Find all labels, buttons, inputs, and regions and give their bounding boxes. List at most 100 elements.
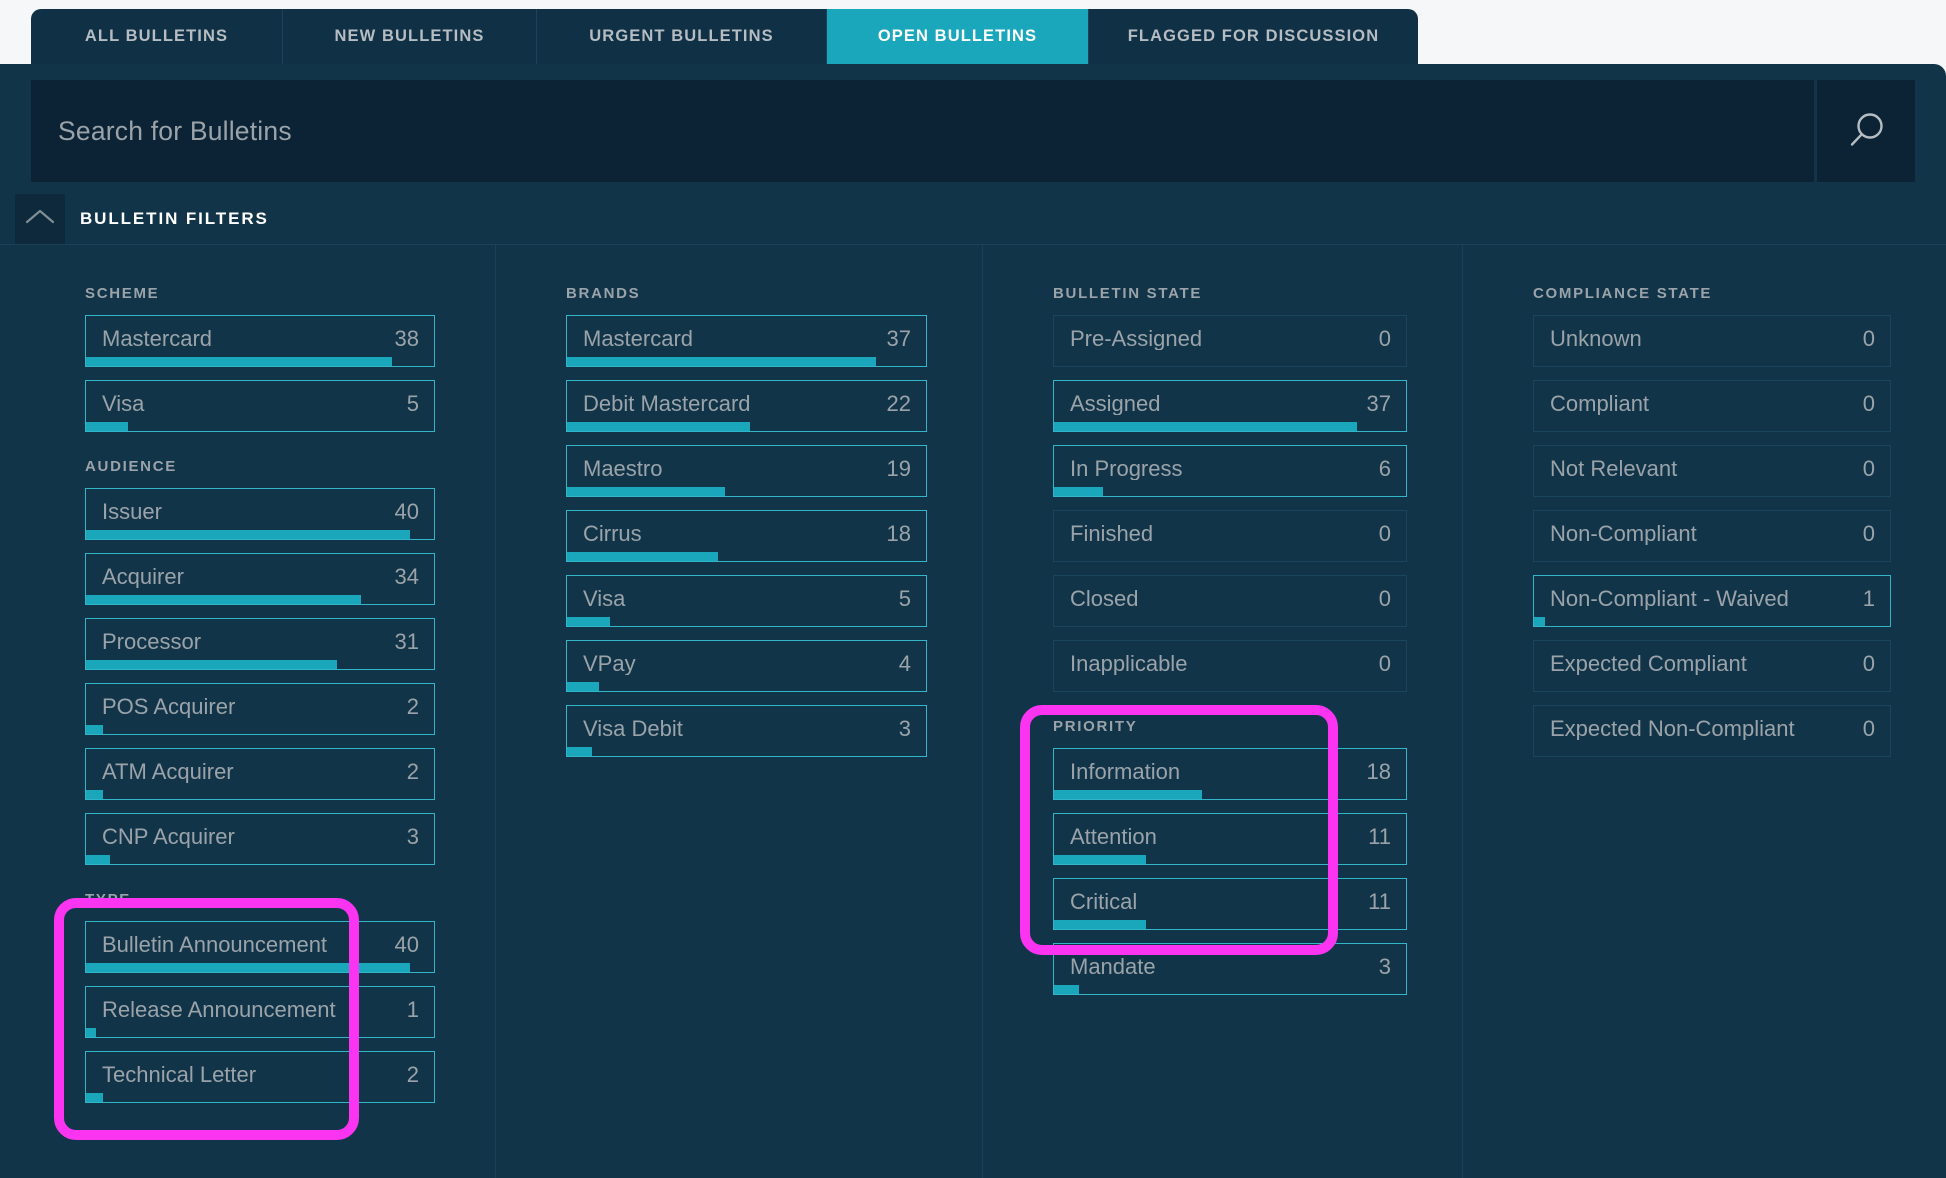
filter-item-label: Maestro: [583, 458, 663, 480]
tab-flagged-for-discussion[interactable]: Flagged for Discussion: [1089, 9, 1418, 64]
filter-item-count: 37: [886, 326, 911, 351]
filter-item-attention[interactable]: Attention 11: [1053, 813, 1407, 865]
filter-group-title: Compliance State: [1533, 285, 1713, 302]
column-3: Bulletin State Pre-Assigned 0 Assigned 37 In …: [983, 245, 1463, 1178]
collapse-filters-button[interactable]: [15, 194, 65, 244]
filter-item-non-compliant-waived[interactable]: Non-Compliant - Waived 1: [1533, 575, 1891, 627]
filter-item-label: Expected Compliant: [1550, 653, 1747, 675]
filter-item-count: 0: [1378, 326, 1391, 351]
filter-item-mastercard[interactable]: Mastercard 38: [85, 315, 435, 367]
search-input[interactable]: Search for Bulletins: [31, 80, 1814, 182]
filter-item-information[interactable]: Information 18: [1053, 748, 1407, 800]
search-row: Search for Bulletins: [31, 80, 1915, 182]
filter-item-label: Not Relevant: [1550, 458, 1678, 480]
filter-item-visa-debit[interactable]: Visa Debit 3: [566, 705, 927, 757]
filter-item-count: 34: [394, 564, 419, 589]
filter-columns: Scheme Mastercard 38 Visa 5 Audience Issuer 40 A…: [0, 245, 1946, 1178]
filter-item-label: Expected Non-Compliant: [1550, 718, 1795, 740]
filter-item-visa[interactable]: Visa 5: [566, 575, 927, 627]
bulletin-filters-page: All Bulletins New Bulletins Urgent Bulleti…: [0, 0, 1946, 1178]
filter-item-label: Assigned: [1070, 393, 1161, 415]
filter-item-non-compliant[interactable]: Non-Compliant 0: [1533, 510, 1891, 562]
filter-item-bar: [567, 747, 593, 756]
filter-item-unknown[interactable]: Unknown 0: [1533, 315, 1891, 367]
tab-label: Open Bulletins: [877, 27, 1038, 45]
filter-item-maestro[interactable]: Maestro 19: [566, 445, 927, 497]
filter-item-processor[interactable]: Processor 31: [85, 618, 435, 670]
filter-item-label: Mastercard: [102, 328, 213, 350]
filter-group-title: Bulletin State: [1053, 285, 1203, 302]
filter-item-label: Processor: [102, 631, 202, 653]
bulletin-tab-bar: All Bulletins New Bulletins Urgent Bulleti…: [31, 9, 1418, 64]
filter-item-closed[interactable]: Closed 0: [1053, 575, 1407, 627]
filter-item-bulletin-announcement[interactable]: Bulletin Announcement 40: [85, 921, 435, 973]
filter-item-label: Critical: [1070, 891, 1138, 913]
search-button[interactable]: [1814, 80, 1915, 182]
filter-item-bar: [567, 487, 725, 496]
filter-item-label: Closed: [1070, 588, 1139, 610]
column-1: Scheme Mastercard 38 Visa 5 Audience Issuer 40 A…: [0, 245, 496, 1178]
filter-item-count: 2: [406, 759, 419, 784]
filter-item-cirrus[interactable]: Cirrus 18: [566, 510, 927, 562]
filter-item-label: Visa: [102, 393, 145, 415]
filter-item-bar: [86, 595, 361, 604]
tab-open-bulletins[interactable]: Open Bulletins: [827, 9, 1089, 64]
filter-item-bar: [86, 855, 111, 864]
filter-item-compliant[interactable]: Compliant 0: [1533, 380, 1891, 432]
filter-item-count: 0: [1862, 521, 1875, 546]
filter-item-count: 6: [1378, 456, 1391, 481]
filter-item-count: 2: [406, 1062, 419, 1087]
tab-all-bulletins[interactable]: All Bulletins: [31, 9, 283, 64]
filter-item-assigned[interactable]: Assigned 37: [1053, 380, 1407, 432]
filter-item-count: 1: [406, 997, 419, 1022]
filter-item-acquirer[interactable]: Acquirer 34: [85, 553, 435, 605]
filter-item-bar: [86, 1093, 104, 1102]
filter-item-bar: [86, 963, 410, 972]
filter-item-label: Issuer: [102, 501, 162, 523]
filter-item-bar: [86, 790, 104, 799]
filters-title: Bulletin Filters: [80, 209, 269, 228]
filter-item-expected-non-compliant[interactable]: Expected Non-Compliant 0: [1533, 705, 1891, 757]
filter-item-label: Cirrus: [583, 523, 642, 545]
filter-item-label: Information: [1070, 761, 1181, 783]
filter-item-count: 40: [394, 499, 419, 524]
filter-item-count: 22: [886, 391, 911, 416]
filter-group-scheme: Scheme Mastercard 38 Visa 5: [0, 285, 495, 432]
filter-item-inapplicable[interactable]: Inapplicable 0: [1053, 640, 1407, 692]
filter-item-not-relevant[interactable]: Not Relevant 0: [1533, 445, 1891, 497]
filter-item-label: Technical Letter: [102, 1064, 257, 1086]
filter-item-release-announcement[interactable]: Release Announcement 1: [85, 986, 435, 1038]
filter-group-title: Brands: [566, 285, 641, 302]
filter-item-count: 3: [406, 824, 419, 849]
filter-item-mastercard[interactable]: Mastercard 37: [566, 315, 927, 367]
tab-urgent-bulletins[interactable]: Urgent Bulletins: [537, 9, 827, 64]
filter-item-issuer[interactable]: Issuer 40: [85, 488, 435, 540]
filters-panel: Search for Bulletins Bul: [0, 64, 1946, 1178]
filter-item-label: Inapplicable: [1070, 653, 1188, 675]
filter-item-label: Debit Mastercard: [583, 393, 751, 415]
filter-item-label: Mastercard: [583, 328, 694, 350]
filter-item-critical[interactable]: Critical 11: [1053, 878, 1407, 930]
filter-item-technical-letter[interactable]: Technical Letter 2: [85, 1051, 435, 1103]
tab-new-bulletins[interactable]: New Bulletins: [283, 9, 537, 64]
filter-item-cnp-acquirer[interactable]: CNP Acquirer 3: [85, 813, 435, 865]
filter-item-label: VPay: [583, 653, 636, 675]
filter-item-finished[interactable]: Finished 0: [1053, 510, 1407, 562]
filter-item-visa[interactable]: Visa 5: [85, 380, 435, 432]
filter-item-pos-acquirer[interactable]: POS Acquirer 2: [85, 683, 435, 735]
filter-item-in-progress[interactable]: In Progress 6: [1053, 445, 1407, 497]
filter-item-vpay[interactable]: VPay 4: [566, 640, 927, 692]
filter-item-debit-mastercard[interactable]: Debit Mastercard 22: [566, 380, 927, 432]
filter-item-count: 38: [394, 326, 419, 351]
filter-item-count: 0: [1862, 456, 1875, 481]
filter-item-count: 0: [1378, 651, 1391, 676]
column-2: Brands Mastercard 37 Debit Mastercard 22 Maes…: [496, 245, 983, 1178]
filter-item-mandate[interactable]: Mandate 3: [1053, 943, 1407, 995]
tab-label: Urgent Bulletins: [589, 27, 774, 45]
filter-item-bar: [1054, 487, 1104, 496]
filter-item-pre-assigned[interactable]: Pre-Assigned 0: [1053, 315, 1407, 367]
filter-item-atm-acquirer[interactable]: ATM Acquirer 2: [85, 748, 435, 800]
filter-item-label: Acquirer: [102, 566, 184, 588]
filter-item-expected-compliant[interactable]: Expected Compliant 0: [1533, 640, 1891, 692]
filter-group-brands: Brands Mastercard 37 Debit Mastercard 22 Maes…: [496, 285, 982, 757]
